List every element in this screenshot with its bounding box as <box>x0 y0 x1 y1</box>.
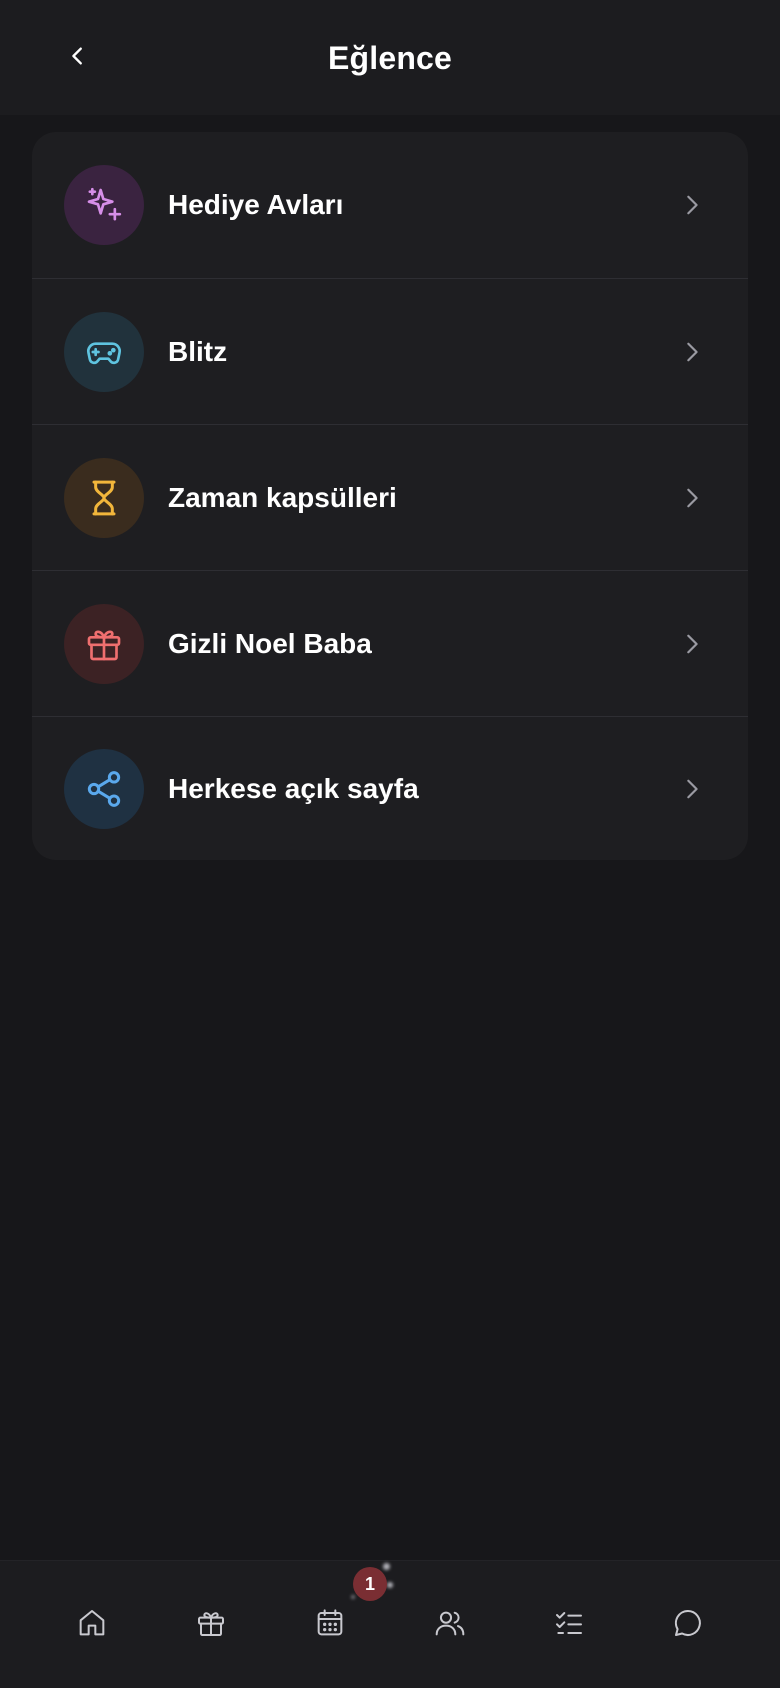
time-capsules-icon-circle <box>64 457 144 538</box>
users-icon <box>435 1611 465 1636</box>
gift-icon <box>87 630 121 660</box>
home-icon <box>79 1610 105 1636</box>
sparkles-icon <box>87 187 122 221</box>
page-title: Eğlence <box>327 40 453 76</box>
menu-item-secret-santa[interactable]: Gizli Noel Baba <box>32 570 748 716</box>
gift-icon <box>198 1612 224 1636</box>
tab-messages[interactable] <box>658 1593 718 1653</box>
menu-item-time-capsules[interactable]: Zaman kapsülleri <box>32 424 748 570</box>
menu-item-gift-hunts[interactable]: Hediye Avları <box>32 132 748 278</box>
sparkle-decoration <box>383 1563 390 1570</box>
sparkle-decoration <box>351 1595 355 1599</box>
tab-people[interactable] <box>420 1593 480 1653</box>
chevron-right-icon <box>672 185 712 225</box>
menu-item-label: Hediye Avları <box>168 189 344 220</box>
tab-tasks[interactable] <box>539 1593 599 1653</box>
share-icon <box>87 770 121 807</box>
gift-hunts-icon-circle <box>64 165 144 245</box>
header-bar: Eğlence <box>0 0 780 115</box>
chat-icon <box>674 1609 701 1636</box>
bottom-tab-bar <box>0 1560 780 1688</box>
menu-item-label: Zaman kapsülleri <box>168 481 397 513</box>
menu-item-blitz[interactable]: Blitz <box>32 278 748 424</box>
secret-santa-icon-circle <box>64 603 144 684</box>
fun-menu-list: Hediye Avları Blitz Zaman kapsülleri Giz… <box>32 132 748 860</box>
tab-home[interactable] <box>62 1593 122 1653</box>
calendar-notification-badge: 1 <box>353 1567 387 1601</box>
checklist-icon <box>556 1612 582 1634</box>
gamepad-icon <box>87 341 121 364</box>
tab-gifts[interactable] <box>181 1593 241 1653</box>
calendar-icon <box>317 1609 343 1636</box>
public-page-icon-circle <box>64 748 144 829</box>
menu-item-label: Blitz <box>168 335 228 367</box>
menu-item-label: Herkese açık sayfa <box>168 772 419 804</box>
tab-calendar[interactable] <box>300 1593 360 1653</box>
chevron-right-icon <box>672 332 712 372</box>
hourglass-icon <box>92 480 116 515</box>
chevron-right-icon <box>672 624 712 664</box>
chevron-right-icon <box>672 769 712 809</box>
blitz-icon-circle <box>64 311 144 392</box>
menu-item-public-page[interactable]: Herkese açık sayfa <box>32 716 748 860</box>
menu-item-label: Gizli Noel Baba <box>168 627 372 659</box>
chevron-right-icon <box>672 478 712 518</box>
sparkle-decoration <box>387 1582 393 1588</box>
